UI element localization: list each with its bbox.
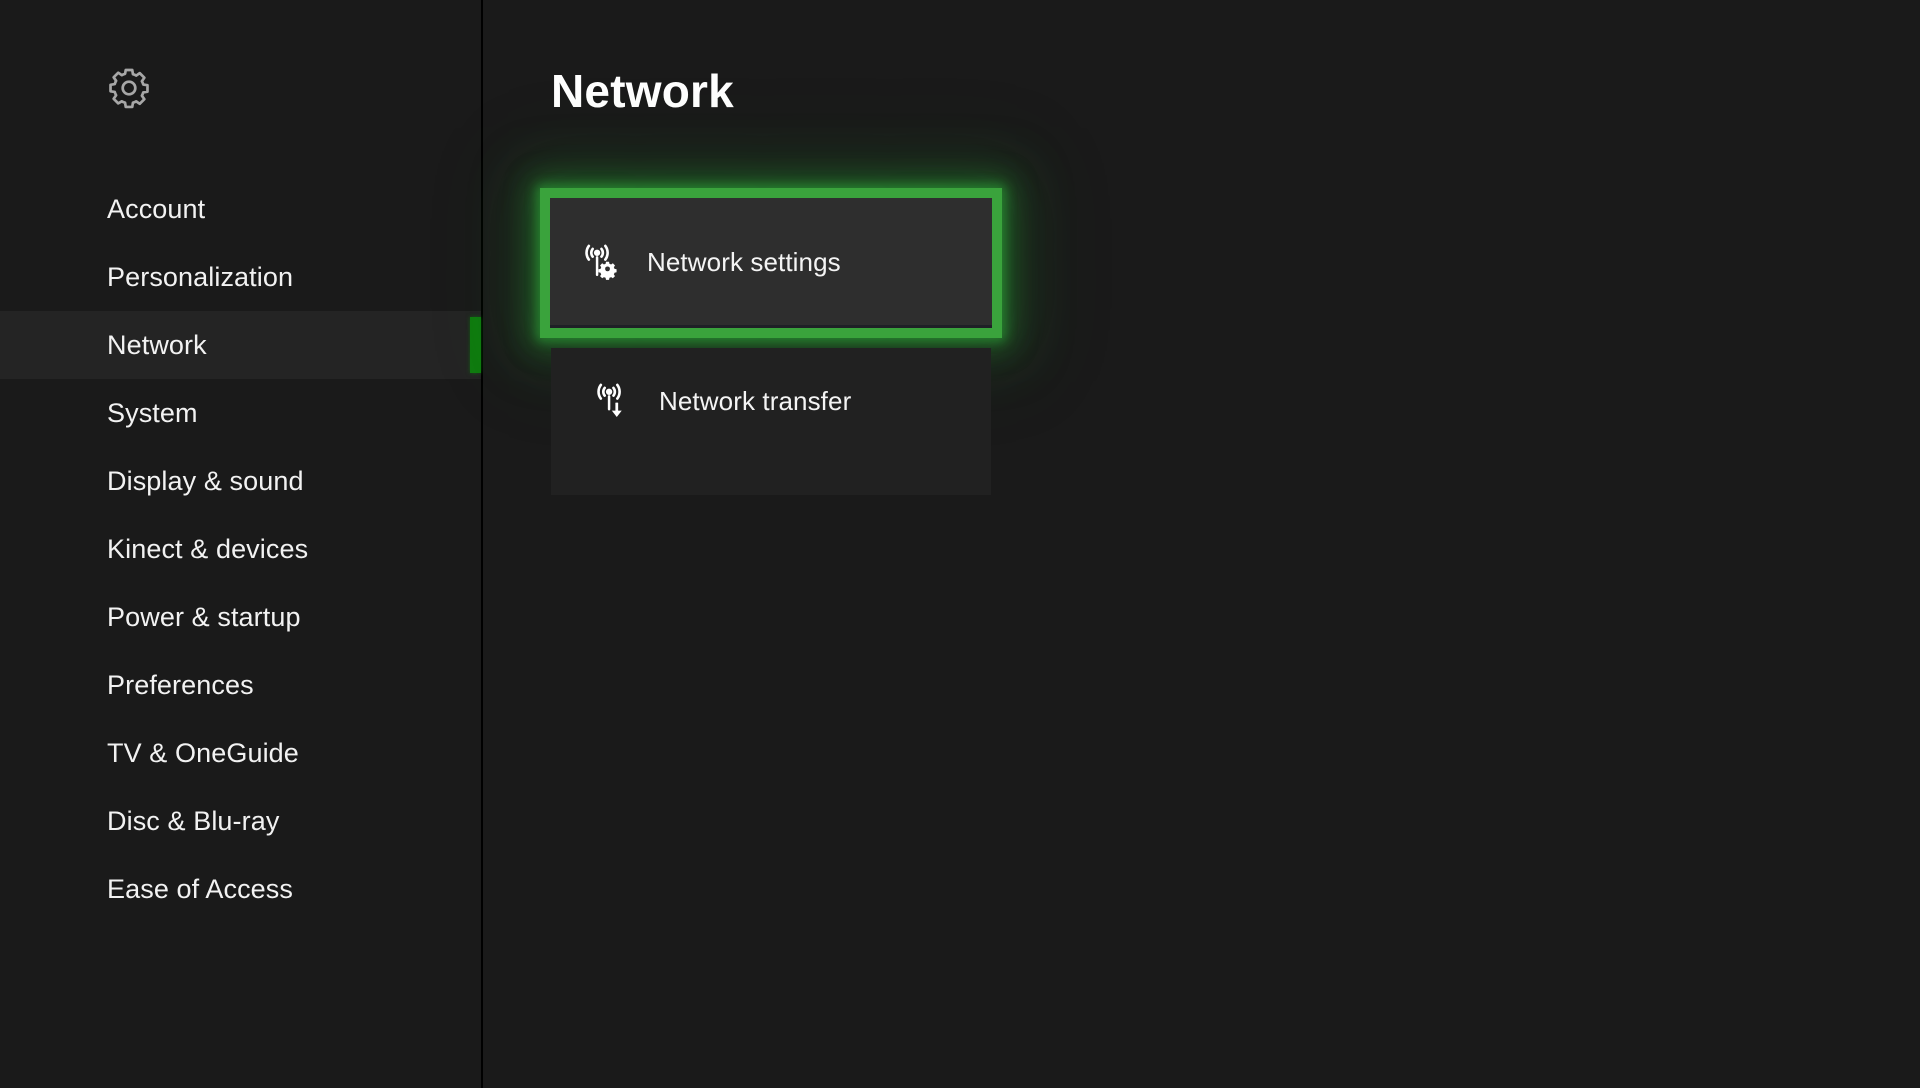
- sidebar-item-system[interactable]: System: [0, 379, 481, 447]
- page-title: Network: [551, 65, 734, 117]
- settings-screen: Account Personalization Network System D…: [0, 0, 1920, 1088]
- sidebar-item-account[interactable]: Account: [0, 175, 481, 243]
- sidebar-item-disc-and-blu-ray[interactable]: Disc & Blu-ray: [0, 787, 481, 855]
- sidebar-item-personalization[interactable]: Personalization: [0, 243, 481, 311]
- tile-list-filler: [551, 453, 991, 495]
- sidebar-item-label: System: [107, 397, 198, 428]
- sidebar-item-preferences[interactable]: Preferences: [0, 651, 481, 719]
- sidebar-item-kinect-and-devices[interactable]: Kinect & devices: [0, 515, 481, 583]
- network-transfer-icon: [589, 379, 633, 423]
- sidebar-item-label: Kinect & devices: [107, 533, 309, 564]
- sidebar-item-label: Display & sound: [107, 465, 304, 496]
- sidebar-item-label: Account: [107, 193, 206, 224]
- tile-label: Network transfer: [659, 385, 852, 416]
- tile-network-settings-body[interactable]: Network settings: [550, 198, 992, 328]
- sidebar-item-label: TV & OneGuide: [107, 737, 299, 768]
- sidebar-header: [0, 0, 481, 175]
- sidebar-item-network[interactable]: Network: [0, 311, 481, 379]
- sidebar-item-label: Personalization: [107, 261, 294, 292]
- sidebar-nav-list: Account Personalization Network System D…: [0, 175, 481, 923]
- tile-label: Network settings: [647, 246, 841, 277]
- sidebar-item-label: Preferences: [107, 669, 254, 700]
- sidebar-item-label: Disc & Blu-ray: [107, 805, 280, 836]
- network-options-list: Network settings Network transfer: [540, 188, 1002, 495]
- sidebar-item-display-and-sound[interactable]: Display & sound: [0, 447, 481, 515]
- sidebar-item-ease-of-access[interactable]: Ease of Access: [0, 855, 481, 923]
- tile-network-settings[interactable]: Network settings: [540, 188, 1002, 338]
- settings-content-pane: Network Network settings Network transfe…: [483, 0, 1920, 1088]
- settings-sidebar: Account Personalization Network System D…: [0, 0, 483, 1088]
- sidebar-item-label: Network: [107, 329, 207, 360]
- network-settings-icon: [577, 240, 621, 284]
- tile-network-transfer[interactable]: Network transfer: [551, 348, 991, 453]
- sidebar-item-tv-and-oneguide[interactable]: TV & OneGuide: [0, 719, 481, 787]
- sidebar-item-power-and-startup[interactable]: Power & startup: [0, 583, 481, 651]
- sidebar-item-label: Ease of Access: [107, 873, 293, 904]
- sidebar-item-label: Power & startup: [107, 601, 301, 632]
- selection-accent-bar: [470, 317, 481, 373]
- gear-icon[interactable]: [106, 65, 152, 111]
